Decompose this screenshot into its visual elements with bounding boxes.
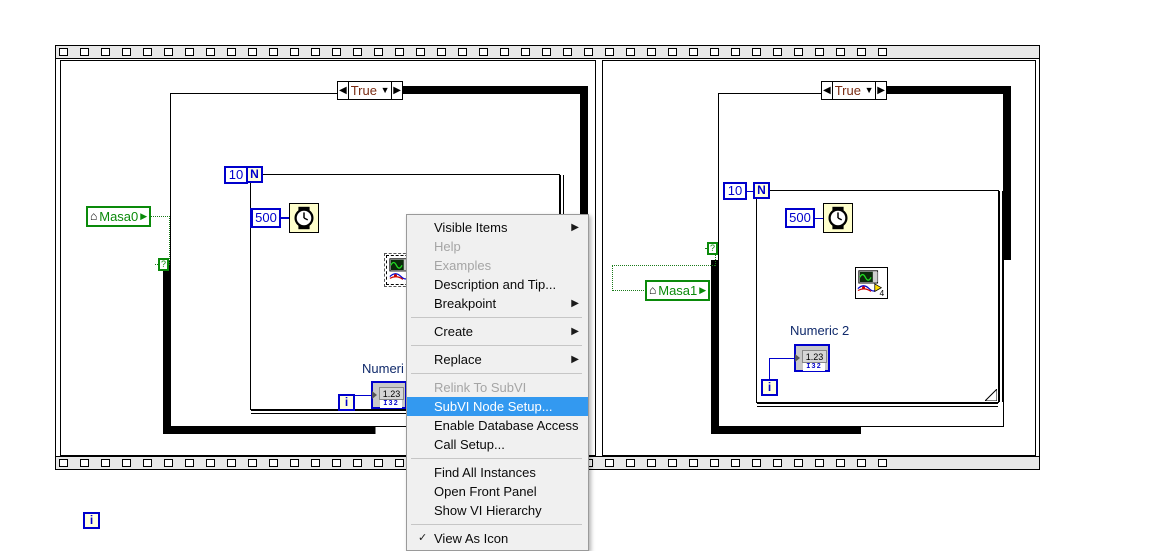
menu-item-relink-to-subvi: Relink To SubVI (407, 378, 588, 397)
iteration-terminal-right[interactable]: i (761, 379, 778, 396)
case-selector-left[interactable]: ◀ True ▼ ▶ (337, 81, 403, 100)
menu-separator (411, 345, 582, 346)
wait-ms-node-right[interactable] (823, 203, 853, 233)
stopwatch-icon-right (828, 206, 848, 230)
menu-item-label: View As Icon (434, 531, 509, 546)
control-reference-masa1[interactable]: ⌂ Masa1 ▶ (645, 280, 711, 301)
menu-item-label: SubVI Node Setup... (434, 399, 553, 414)
menu-separator (411, 373, 582, 374)
case-prev-icon[interactable]: ◀ (338, 82, 349, 99)
wire-masa1-v1 (612, 265, 613, 291)
chevron-right-icon: ▶ (140, 211, 148, 221)
wait-constant-right[interactable]: 500 (785, 208, 815, 228)
menu-item-label: Replace (434, 352, 482, 367)
menu-item-label: Call Setup... (434, 437, 505, 452)
indicator-type-left: I32 (380, 400, 402, 408)
check-icon: ✓ (418, 532, 428, 544)
menu-item-description-and-tip[interactable]: Description and Tip... (407, 275, 588, 294)
menu-item-enable-database-access[interactable]: Enable Database Access (407, 416, 588, 435)
control-reference-label: Masa0 (99, 209, 139, 224)
submenu-arrow-icon: ▶ (571, 298, 579, 309)
menu-item-label: Find All Instances (434, 465, 536, 480)
n-terminal-left[interactable]: N (246, 166, 263, 183)
menu-item-label: Help (434, 239, 461, 254)
subvi-node-right[interactable]: 4 (855, 267, 888, 299)
wire-masa0-v (169, 216, 170, 265)
wire-i-h-right (769, 358, 795, 359)
indicator-type-right: I32 (803, 363, 825, 371)
block-diagram-canvas: ⌂ Masa0 ▶ ? ◀ True ▼ ▶ 10 N 10 500 (0, 0, 1160, 551)
control-reference-masa0[interactable]: ⌂ Masa0 ▶ (86, 206, 152, 227)
chevron-right-icon-right: ▶ (699, 285, 707, 295)
iteration-terminal-left[interactable]: i (338, 394, 355, 411)
submenu-arrow-icon: ▶ (571, 222, 579, 233)
loose-iteration-terminal[interactable]: i (83, 512, 100, 529)
menu-separator (411, 317, 582, 318)
menu-item-show-vi-hierarchy[interactable]: Show VI Hierarchy (407, 501, 588, 520)
menu-item-visible-items[interactable]: Visible Items ▶ (407, 218, 588, 237)
waveform-subvi-icon-right: 4 (857, 270, 884, 298)
submenu-arrow-icon: ▶ (571, 326, 579, 337)
menu-item-label: Open Front Panel (434, 484, 537, 499)
n-terminal-right[interactable]: N (753, 182, 770, 199)
sequence-top-tabs (59, 48, 1039, 57)
menu-item-subvi-node-setup[interactable]: SubVI Node Setup... (407, 397, 588, 416)
menu-separator (411, 524, 582, 525)
menu-item-examples: Examples (407, 256, 588, 275)
case-prev-icon-right[interactable]: ◀ (822, 82, 833, 99)
indicator-input-arrow-left (372, 391, 377, 399)
control-reference-label-right: Masa1 (658, 283, 698, 298)
wait-constant-left[interactable]: 500 (251, 208, 281, 228)
sequence-top-band (56, 46, 1039, 59)
menu-item-find-all-instances[interactable]: Find All Instances (407, 463, 588, 482)
for-loop-fold-icon-right (985, 389, 997, 401)
menu-item-open-front-panel[interactable]: Open Front Panel (407, 482, 588, 501)
menu-item-replace[interactable]: Replace ▶ (407, 350, 588, 369)
iteration-count-constant-left[interactable]: 10 (224, 166, 248, 184)
context-menu[interactable]: Visible Items ▶ Help Examples Description an… (406, 214, 589, 551)
subvi-badge-right: 4 (879, 288, 884, 298)
menu-item-create[interactable]: Create ▶ (407, 322, 588, 341)
wire-i-v-right (769, 358, 770, 380)
for-loop-right-shadow (757, 403, 998, 407)
wait-ms-node-left[interactable] (289, 203, 319, 233)
case-next-icon[interactable]: ▶ (391, 82, 402, 99)
wire-masa1-h1 (612, 290, 646, 291)
case-next-icon-right[interactable]: ▶ (875, 82, 886, 99)
menu-item-label: Relink To SubVI (434, 380, 527, 395)
chevron-down-icon-right[interactable]: ▼ (863, 82, 875, 99)
menu-item-label: Enable Database Access (434, 418, 579, 433)
case-selector-label-right: True (834, 83, 861, 98)
menu-item-label: Create (434, 324, 474, 339)
numeric-indicator-left[interactable]: 1.23 I32 (371, 381, 407, 409)
case-selector-label-left: True (350, 83, 377, 98)
indicator-input-arrow-right (795, 354, 800, 362)
chevron-down-icon-left[interactable]: ▼ (379, 82, 391, 99)
indicator-value-left: 1.23 (379, 387, 404, 400)
home-icon: ⌂ (90, 209, 98, 223)
indicator-value-right: 1.23 (802, 350, 827, 363)
menu-item-help: Help (407, 237, 588, 256)
case-selector-terminal-left[interactable]: ? (158, 258, 169, 271)
menu-item-label: Description and Tip... (434, 277, 557, 292)
menu-separator (411, 458, 582, 459)
menu-item-breakpoint[interactable]: Breakpoint ▶ (407, 294, 588, 313)
indicator-label-left: Numeri (362, 361, 404, 376)
indicator-label-right: Numeric 2 (790, 323, 850, 338)
stopwatch-icon-left (294, 206, 314, 230)
menu-item-label: Breakpoint (434, 296, 497, 311)
menu-item-view-as-icon[interactable]: ✓ View As Icon (407, 529, 588, 548)
menu-item-call-setup[interactable]: Call Setup... (407, 435, 588, 454)
menu-item-label: Visible Items (434, 220, 508, 235)
home-icon-right: ⌂ (649, 283, 657, 297)
wire-i-indicator-left (355, 395, 372, 396)
case-selector-terminal-right[interactable]: ? (707, 242, 718, 255)
menu-item-label: Show VI Hierarchy (434, 503, 542, 518)
wire-masa1-h2 (612, 265, 715, 266)
case-selector-right[interactable]: ◀ True ▼ ▶ (821, 81, 887, 100)
numeric-indicator-right[interactable]: 1.23 I32 (794, 344, 830, 372)
menu-item-label: Examples (434, 258, 492, 273)
submenu-arrow-icon: ▶ (571, 354, 579, 365)
iteration-count-constant-right[interactable]: 10 (723, 182, 747, 200)
